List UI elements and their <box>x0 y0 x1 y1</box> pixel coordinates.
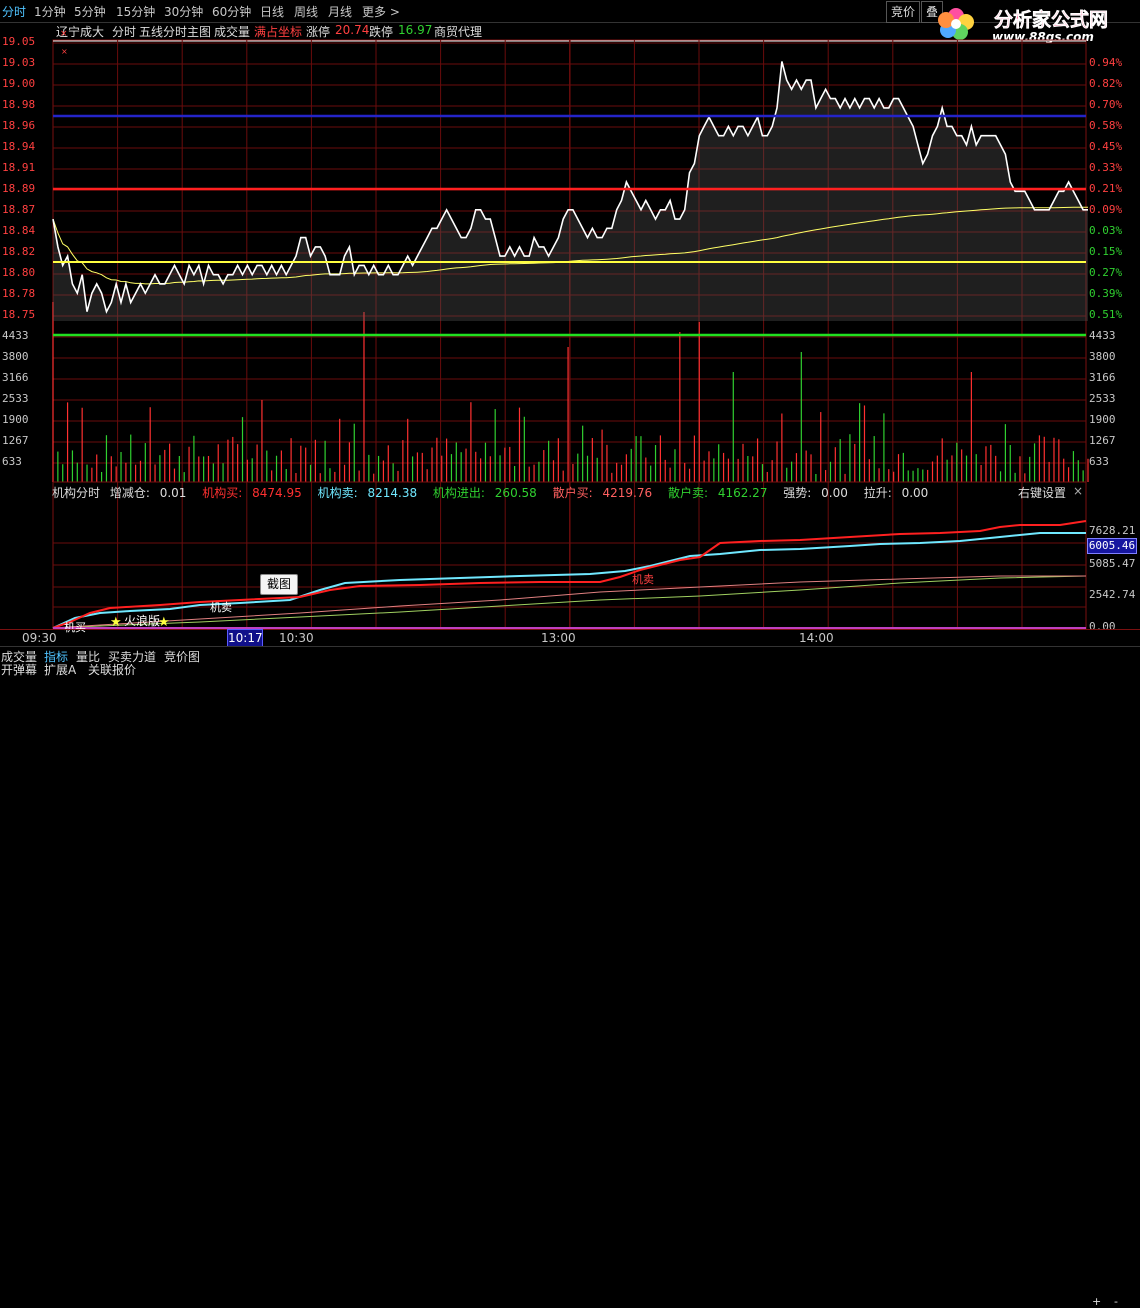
price-label: 18.87 <box>2 203 36 216</box>
volume-label: 1900 <box>2 413 29 426</box>
volume-label: 4433 <box>2 329 29 342</box>
price-label: 18.96 <box>2 119 36 132</box>
price-label: 18.82 <box>2 245 36 258</box>
price-label: 18.78 <box>2 287 36 300</box>
tab-extend-a[interactable]: 扩展A <box>44 661 76 678</box>
pull-label: 拉升: <box>863 486 892 500</box>
percent-label: 0.27% <box>1089 266 1123 279</box>
pos-value: 0.01 <box>159 486 187 500</box>
bottom-tabs-2: 开弹幕 扩展A 关联报价 <box>0 661 1140 678</box>
percent-label: 0.15% <box>1089 245 1123 258</box>
percent-label: 0.51% <box>1089 308 1123 321</box>
indicator-header: 机构分时 增减仓: 0.01 机构买: 8474.95 机构卖: 8214.38… <box>52 484 1086 500</box>
percent-label: 0.21% <box>1089 182 1123 195</box>
tab-related-quotes[interactable]: 关联报价 <box>88 661 136 678</box>
star-annotation: 火浪版 <box>124 613 160 628</box>
indicator-label: 2542.74 <box>1089 588 1136 601</box>
percent-label: 0.70% <box>1089 98 1123 111</box>
indicator-name: 机构分时 <box>52 486 101 500</box>
percent-label: 0.03% <box>1089 224 1123 237</box>
percent-label: 0.45% <box>1089 140 1123 153</box>
zoom-in-button[interactable]: + <box>1092 1295 1101 1308</box>
inst-sell-value: 8214.38 <box>367 486 418 500</box>
volume-label: 633 <box>1089 455 1109 468</box>
star-icon: ★ <box>110 615 122 630</box>
inst-buy-label: 机构买: <box>202 486 243 500</box>
volume-label: 2533 <box>1089 392 1116 405</box>
cursor-time-badge: 10:17 <box>227 629 263 647</box>
retail-buy-value: 4219.76 <box>602 486 653 500</box>
close-indicator-icon[interactable]: × <box>1073 484 1083 498</box>
volume-label: 3166 <box>1089 371 1116 384</box>
inst-net-label: 机构进出: <box>432 486 485 500</box>
chart-canvas: × × ★ 火浪版 ★ 机卖 机卖 机买 <box>52 29 1089 634</box>
pull-value: 0.00 <box>901 486 929 500</box>
small-x-icon: × <box>61 47 68 56</box>
time-axis: 09:30 10:30 13:00 14:00 <box>0 629 1140 647</box>
price-label: 18.94 <box>2 140 36 153</box>
price-label: 18.91 <box>2 161 36 174</box>
percent-label: 0.58% <box>1089 119 1123 132</box>
indicator-label: 7628.21 <box>1089 524 1136 537</box>
percent-label: 0.94% <box>1089 56 1123 69</box>
volume-label: 3166 <box>2 371 29 384</box>
volume-label: 4433 <box>1089 329 1116 342</box>
price-label: 19.05 <box>2 35 36 48</box>
volume-label: 2533 <box>2 392 29 405</box>
price-label: 18.98 <box>2 98 36 111</box>
screenshot-button[interactable]: 截图 <box>260 574 298 595</box>
percent-label: 0.33% <box>1089 161 1123 174</box>
inst-net-value: 260.58 <box>494 486 537 500</box>
inst-sell-annotation-2: 机卖 <box>632 572 654 586</box>
inst-sell-label: 机构卖: <box>317 486 358 500</box>
volume-label: 3800 <box>1089 350 1116 363</box>
price-label: 18.84 <box>2 224 36 237</box>
percent-label: 0.82% <box>1089 77 1123 90</box>
volume-label: 1900 <box>1089 413 1116 426</box>
price-label: 18.75 <box>2 308 36 321</box>
indicator-label: 5085.47 <box>1089 557 1136 570</box>
strength-value: 0.00 <box>821 486 848 500</box>
volume-label: 633 <box>2 455 22 468</box>
bottom-tabs: 成交量 指标 量比 买卖力道 竞价图 + - <box>0 646 1140 1308</box>
time-label: 09:30 <box>22 631 57 645</box>
volume-label: 1267 <box>2 434 29 447</box>
time-label: 14:00 <box>799 631 834 645</box>
price-label: 18.89 <box>2 182 36 195</box>
star-icon: ★ <box>158 615 170 630</box>
inst-sell-annotation: 机卖 <box>210 600 232 614</box>
retail-buy-label: 散户买: <box>552 486 593 500</box>
strength-label: 强势: <box>783 486 812 500</box>
time-label: 10:30 <box>279 631 314 645</box>
volume-label: 3800 <box>2 350 29 363</box>
retail-sell-value: 4162.27 <box>717 486 768 500</box>
current-value-badge: 6005.46 <box>1087 538 1137 554</box>
price-label: 19.00 <box>2 77 36 90</box>
inst-buy-value: 8474.95 <box>252 486 302 500</box>
price-label: 19.03 <box>2 56 36 69</box>
close-marker: × <box>60 29 68 39</box>
percent-label: 0.39% <box>1089 287 1123 300</box>
right-click-settings[interactable]: 右键设置 <box>1018 484 1066 501</box>
zoom-out-button[interactable]: - <box>1114 1295 1118 1308</box>
percent-label: 0.09% <box>1089 203 1123 216</box>
pos-label: 增减仓: <box>109 486 150 500</box>
tab-danmaku[interactable]: 开弹幕 <box>1 661 37 678</box>
volume-label: 1267 <box>1089 434 1116 447</box>
retail-sell-label: 散户卖: <box>667 486 708 500</box>
price-label: 18.80 <box>2 266 36 279</box>
time-label: 13:00 <box>541 631 576 645</box>
